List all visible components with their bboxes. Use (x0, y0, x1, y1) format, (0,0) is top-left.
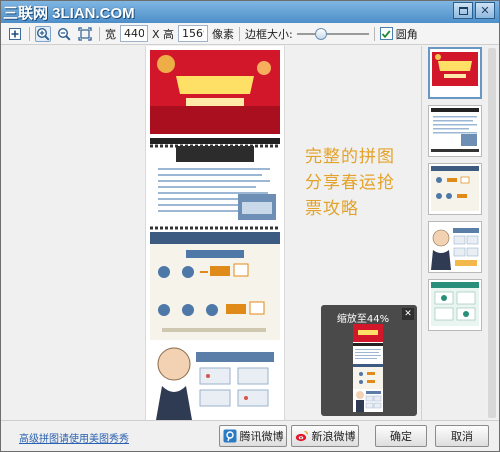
thumbnail-scrollbar[interactable] (485, 46, 499, 420)
add-icon (9, 27, 21, 40)
caption-line: 票攻略 (305, 199, 359, 219)
toolbar-divider (373, 26, 375, 41)
add-image-button[interactable] (7, 26, 23, 42)
bottom-bar: 高级拼图请使用美图秀秀 腾讯微博 新浪微博 确定 取消 (1, 420, 499, 451)
toolbar-divider (239, 26, 241, 41)
sina-weibo-icon (295, 429, 309, 443)
caption-text: 完整的拼图 分享春运抢 票攻略 (305, 144, 415, 222)
thumbnail-image (432, 52, 478, 86)
toolbar-divider (99, 26, 100, 41)
meitu-advanced-link[interactable]: 高级拼图请使用美图秀秀 (19, 430, 129, 445)
rounded-corner-label: 圆角 (395, 27, 418, 41)
sina-weibo-label: 新浪微博 (311, 430, 356, 443)
cancel-button[interactable]: 取消 (435, 425, 489, 447)
slider-thumb[interactable] (314, 27, 327, 40)
zoom-popup-close-button[interactable]: ✕ (402, 308, 414, 320)
thumbnail-item[interactable] (428, 221, 482, 273)
stitched-image-content (150, 50, 280, 420)
thumbnail-image (431, 166, 479, 211)
thumbnail-item[interactable] (428, 279, 482, 331)
pixel-unit-label: 像素 (212, 27, 235, 41)
close-button[interactable]: ✕ (475, 2, 495, 19)
restore-icon (458, 6, 468, 15)
thumbnail-image (431, 228, 479, 270)
border-size-slider[interactable] (296, 26, 369, 42)
zoom-preview-image[interactable] (353, 324, 383, 412)
stitched-image[interactable] (145, 46, 285, 420)
width-input[interactable] (120, 25, 148, 42)
restore-button[interactable] (453, 2, 473, 19)
thumbnail-item[interactable] (428, 47, 482, 99)
close-icon: ✕ (480, 4, 490, 17)
toolbar-divider (29, 26, 30, 41)
ok-button[interactable]: 确定 (375, 425, 427, 447)
zoom-popup: 缩放至44% ✕ (321, 305, 417, 416)
height-input[interactable] (178, 25, 209, 42)
border-size-label: 边框大小: (245, 27, 293, 41)
thumbnail-image (431, 108, 479, 152)
caption-line: 完整的拼图 (305, 147, 395, 167)
caption-line: 分享春运抢 (305, 173, 395, 193)
slider-track (296, 32, 369, 35)
collage-canvas: 完整的拼图 分享春运抢 票攻略 缩放至44% ✕ (1, 46, 421, 420)
tencent-weibo-label: 腾讯微博 (239, 430, 284, 443)
zoom-preview-content (353, 324, 383, 412)
site-watermark: 三联网 3LIAN.COM (3, 5, 135, 22)
title-bar: 三联网 3LIAN.COM ✕ (1, 1, 499, 23)
tencent-weibo-icon (223, 429, 237, 443)
zoom-out-icon (57, 27, 71, 41)
rounded-corner-checkbox[interactable] (379, 27, 393, 40)
scrollbar-thumb[interactable] (488, 48, 496, 418)
thumbnail-image (431, 282, 479, 326)
fit-to-window-button[interactable] (77, 26, 93, 42)
height-label: X 高 (152, 27, 175, 41)
zoom-out-button[interactable] (56, 26, 72, 42)
zoom-in-icon (36, 27, 50, 41)
zoom-level-label: 缩放至44% (336, 314, 390, 325)
share-sina-weibo-button[interactable]: 新浪微博 (291, 425, 359, 447)
checkmark-icon (382, 29, 391, 38)
width-label: 宽 (105, 27, 116, 41)
zoom-in-button[interactable] (35, 25, 51, 42)
share-tencent-weibo-button[interactable]: 腾讯微博 (219, 425, 287, 447)
fit-window-icon (78, 26, 92, 41)
toolbar: 宽 X 高 像素 边框大小: 圆角 (1, 23, 499, 45)
collage-window: 三联网 3LIAN.COM ✕ 宽 440 X 高 1569 像素 边框大小: … (0, 0, 500, 452)
thumbnail-item[interactable] (428, 105, 482, 157)
thumbnail-item[interactable] (428, 163, 482, 215)
